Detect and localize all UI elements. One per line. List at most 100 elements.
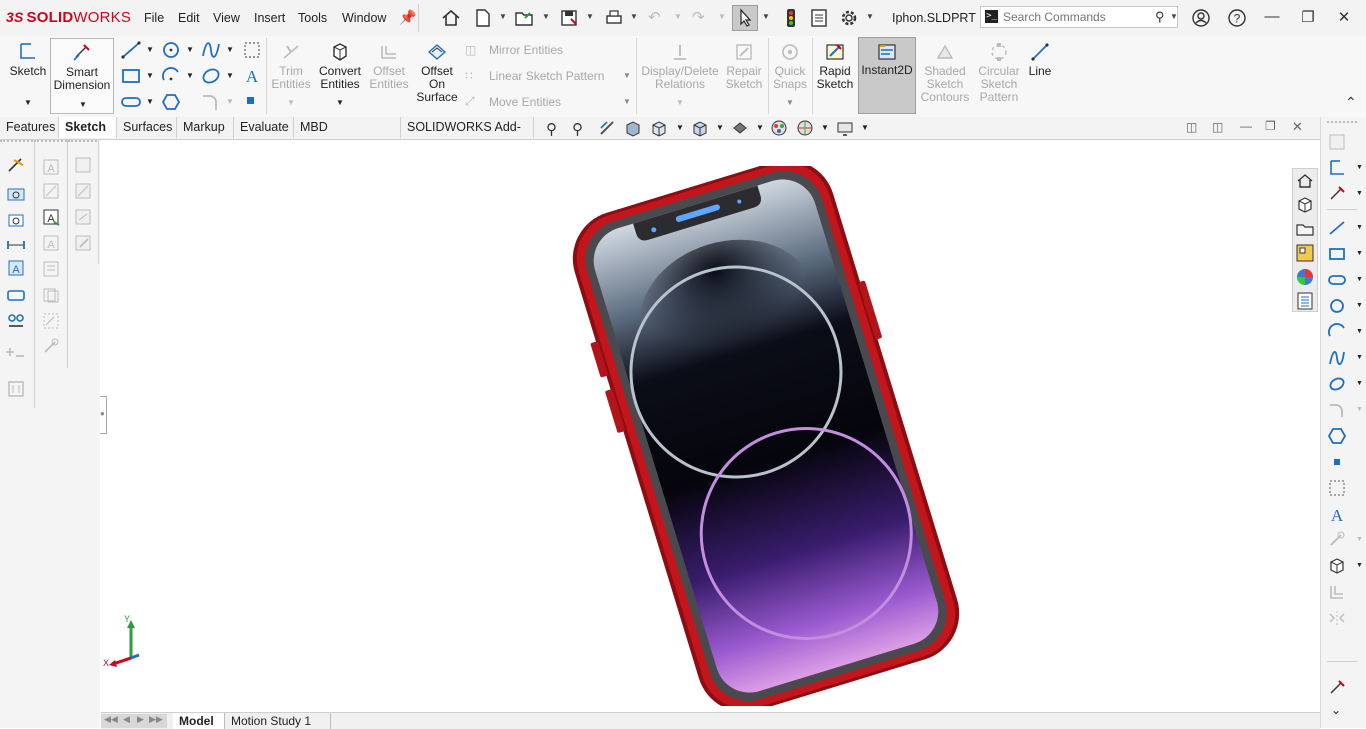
expand-toolbar-icon[interactable]: ⌄ — [1331, 703, 1341, 717]
iphone-3d-model[interactable] — [571, 166, 961, 706]
chevron-down-icon[interactable]: ▼ — [716, 123, 724, 132]
viewport-next-icon[interactable]: ◫ — [1212, 120, 1223, 134]
chevron-down-icon[interactable]: ▼ — [674, 12, 682, 21]
pin-icon[interactable]: 📌 — [399, 9, 416, 26]
edit-sheet-format-icon[interactable] — [73, 182, 93, 200]
slot-tool-icon[interactable] — [120, 92, 142, 112]
chevron-down-icon[interactable]: ▼ — [1356, 250, 1363, 257]
view-palette-icon[interactable] — [1295, 243, 1315, 263]
fillet-tool-icon[interactable] — [1327, 401, 1347, 419]
trim-entities-button[interactable]: Trim Entities — [270, 36, 312, 91]
rectangle-tool-icon[interactable] — [1327, 245, 1347, 263]
display-delete-relations-button[interactable]: Display/Delete Relations — [640, 36, 720, 91]
select-tool-button[interactable] — [732, 5, 758, 31]
convert-entities-icon[interactable] — [1327, 557, 1347, 575]
offset-entities-icon[interactable] — [1327, 583, 1347, 601]
minimize-icon[interactable]: — — [1262, 8, 1282, 25]
centerline-icon[interactable] — [1327, 479, 1347, 497]
chevron-down-icon[interactable]: ▼ — [1356, 276, 1363, 283]
text-tool-icon[interactable]: A — [1327, 505, 1347, 523]
chevron-down-icon[interactable]: ▼ — [146, 45, 154, 54]
feature-manager-toggle[interactable]: ● — [100, 396, 107, 434]
resources-home-icon[interactable] — [1295, 171, 1315, 191]
tab-model[interactable]: Model — [173, 713, 225, 729]
tab-scroll-controls[interactable]: ◀◀ ◀ ▶ ▶▶ — [101, 714, 167, 728]
chevron-down-icon[interactable]: ▼ — [1356, 354, 1363, 361]
sketch-plane-icon[interactable] — [242, 40, 262, 60]
chevron-down-icon[interactable]: ▼ — [226, 97, 234, 106]
section-view-icon[interactable] — [624, 119, 642, 137]
tab-features[interactable]: Features — [0, 117, 59, 138]
smart-dimension-icon[interactable] — [1327, 679, 1347, 697]
chevron-down-icon[interactable]: ▼ — [1356, 328, 1363, 335]
spline-tool-icon[interactable] — [200, 40, 222, 60]
format-painter-icon[interactable] — [41, 260, 61, 278]
chevron-down-icon[interactable]: ▼ — [1356, 536, 1363, 543]
linear-sketch-pattern-button[interactable]: Linear Sketch Pattern — [489, 69, 604, 83]
viewport-minimize-icon[interactable]: — — [1240, 119, 1252, 133]
search-input[interactable] — [1003, 9, 1143, 25]
point-tool-icon[interactable] — [1334, 459, 1340, 465]
chevron-down-icon[interactable]: ▼ — [786, 98, 794, 107]
chevron-down-icon[interactable]: ▼ — [79, 100, 87, 109]
arc-tool-icon[interactable] — [160, 66, 182, 86]
search-commands-box[interactable]: >_ ⚲ — [980, 6, 1178, 28]
zoom-to-area-icon[interactable]: ⚲ — [572, 120, 583, 138]
menu-file[interactable]: File — [144, 11, 164, 25]
chevron-down-icon[interactable]: ▼ — [623, 71, 631, 80]
slot-tool-icon[interactable] — [1327, 271, 1347, 289]
chevron-down-icon[interactable]: ▼ — [336, 98, 344, 107]
graphics-area[interactable]: ● Y X — [100, 140, 1317, 712]
ellipse-tool-icon[interactable] — [1327, 375, 1347, 393]
chevron-down-icon[interactable]: ▼ — [24, 98, 32, 107]
rapid-sketch-button[interactable]: Rapid Sketch — [814, 36, 856, 91]
polygon-tool-icon[interactable] — [1327, 427, 1347, 445]
close-icon[interactable]: ✕ — [1334, 8, 1354, 26]
polygon-tool-icon[interactable] — [160, 92, 182, 112]
mirror-entities-icon[interactable] — [1327, 609, 1347, 627]
chevron-down-icon[interactable]: ▼ — [146, 71, 154, 80]
circular-sketch-pattern-button[interactable]: Circular Sketch Pattern — [974, 36, 1024, 104]
line-button[interactable]: Line — [1026, 36, 1054, 78]
redo-icon[interactable]: ↷ — [692, 8, 705, 26]
offset-on-surface-button[interactable]: Offset On Surface — [414, 36, 460, 104]
zoom-to-fit-icon[interactable]: ⚲ — [546, 120, 557, 138]
chevron-down-icon[interactable]: ▼ — [1356, 380, 1363, 387]
ordinate-dimension-icon[interactable] — [6, 210, 26, 228]
convert-entities-button[interactable]: Convert Entities — [316, 36, 364, 91]
shaded-sketch-contours-button[interactable]: Shaded Sketch Contours — [918, 36, 972, 104]
display-style-icon[interactable] — [731, 119, 749, 137]
sheet-properties-icon[interactable] — [73, 208, 93, 226]
chevron-down-icon[interactable]: ▼ — [676, 98, 684, 107]
toolbar-grip[interactable] — [0, 140, 33, 148]
quick-snaps-button[interactable]: Quick Snaps — [770, 36, 810, 91]
chevron-down-icon[interactable]: ▼ — [1356, 190, 1363, 197]
chevron-down-icon[interactable]: ▼ — [586, 12, 594, 21]
menu-window[interactable]: Window — [342, 11, 386, 25]
help-icon[interactable]: ? — [1227, 8, 1247, 28]
line-tool-icon[interactable] — [1327, 219, 1347, 237]
dimension-xy-icon[interactable] — [6, 184, 26, 202]
search-icon[interactable]: ⚲ — [1155, 9, 1165, 25]
menu-insert[interactable]: Insert — [254, 11, 285, 25]
path-length-icon[interactable] — [6, 312, 26, 330]
undo-icon[interactable]: ↶ — [648, 8, 661, 26]
toolbar-grip[interactable] — [1327, 121, 1357, 125]
circle-tool-icon[interactable] — [1327, 297, 1347, 315]
fully-define-sketch-icon[interactable] — [6, 380, 26, 398]
chevron-down-icon[interactable]: ▼ — [186, 45, 194, 54]
file-properties-icon[interactable] — [808, 7, 830, 29]
edit-sheet-icon[interactable] — [73, 156, 93, 174]
tab-sketch[interactable]: Sketch — [59, 117, 117, 138]
chevron-down-icon[interactable]: ▼ — [630, 12, 638, 21]
print-icon[interactable] — [603, 7, 625, 29]
tab-mbd-dimensions[interactable]: MBD Dimensions — [294, 117, 401, 155]
chevron-down-icon[interactable]: ▼ — [718, 12, 726, 21]
solidworks-logo[interactable]: 3S SOLIDWORKS — [6, 9, 131, 26]
appearances-scenes-icon[interactable] — [1295, 267, 1315, 287]
smart-dimension-icon[interactable] — [1327, 185, 1347, 203]
point-tool-icon[interactable] — [247, 97, 254, 104]
chevron-down-icon[interactable]: ▼ — [821, 123, 829, 132]
toolbar-grip[interactable] — [68, 140, 97, 148]
save-icon[interactable] — [558, 7, 580, 29]
